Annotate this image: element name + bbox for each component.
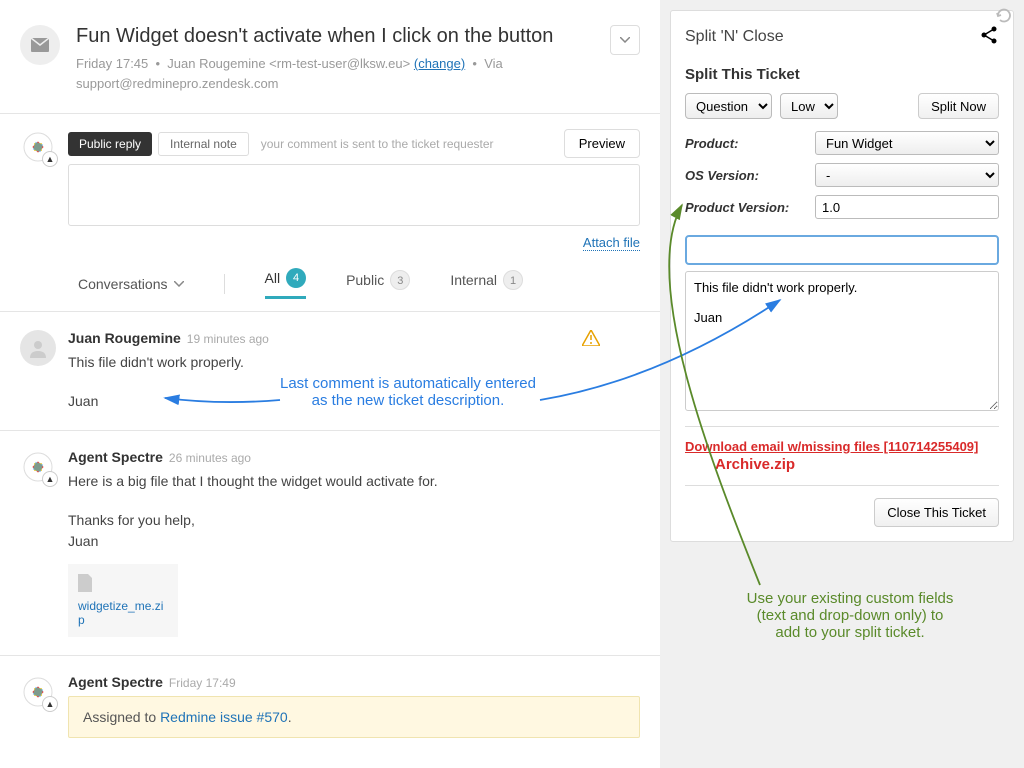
preview-button[interactable]: Preview <box>564 129 640 158</box>
split-now-button[interactable]: Split Now <box>918 93 999 119</box>
public-reply-tab[interactable]: Public reply <box>68 132 152 156</box>
conversation-entry: ▲ Agent SpectreFriday 17:49 Assigned to … <box>0 655 660 756</box>
subject-input[interactable] <box>685 235 999 265</box>
filter-public[interactable]: Public3 <box>346 270 410 298</box>
chevron-down-icon <box>620 37 630 43</box>
chevron-down-icon <box>174 281 184 287</box>
ticket-actions-dropdown[interactable] <box>610 25 640 55</box>
ticket-type-select[interactable]: Question <box>685 93 772 119</box>
product-select[interactable]: Fun Widget <box>815 131 999 155</box>
compose-textarea[interactable] <box>68 164 640 226</box>
priority-select[interactable]: Low <box>780 93 838 119</box>
warning-icon <box>582 330 600 349</box>
product-version-input[interactable] <box>815 195 999 219</box>
ticket-meta: Friday 17:45 • Juan Rougemine <rm-test-u… <box>76 54 610 93</box>
annotation-green: Use your existing custom fields (text an… <box>700 590 1000 641</box>
section-title: Split This Ticket <box>685 66 999 83</box>
user-avatar <box>20 330 56 366</box>
file-attachment[interactable]: widgetize_me.zip <box>68 564 178 637</box>
refresh-icon[interactable] <box>996 8 1012 27</box>
file-icon <box>78 574 92 592</box>
agent-badge-icon: ▲ <box>42 151 58 167</box>
close-ticket-button[interactable]: Close This Ticket <box>874 498 999 527</box>
redmine-issue-link[interactable]: Redmine issue #570 <box>160 709 288 725</box>
filter-internal[interactable]: Internal1 <box>450 270 523 298</box>
compose-hint: your comment is sent to the ticket reque… <box>261 137 494 151</box>
conversation-entry: ▲ Agent Spectre26 minutes ago Here is a … <box>0 430 660 655</box>
mail-icon <box>20 25 60 65</box>
ticket-title: Fun Widget doesn't activate when I click… <box>76 25 610 48</box>
os-version-select[interactable]: - <box>815 163 999 187</box>
attach-file-link[interactable]: Attach file <box>583 235 640 251</box>
assignment-notice: Assigned to Redmine issue #570. <box>68 696 640 738</box>
attachment-name: Archive.zip <box>715 456 999 473</box>
share-icon[interactable] <box>979 25 999 48</box>
download-email-link[interactable]: Download email w/missing files [11071425… <box>685 439 999 454</box>
conversation-entry: Juan Rougemine19 minutes ago This file d… <box>0 311 660 430</box>
panel-title: Split 'N' Close <box>685 28 784 46</box>
conversations-dropdown[interactable]: Conversations <box>78 276 184 292</box>
change-requester-link[interactable]: (change) <box>414 56 465 71</box>
internal-note-tab[interactable]: Internal note <box>158 132 249 156</box>
filter-all[interactable]: All4 <box>265 268 307 299</box>
current-agent-avatar: ▲ <box>20 129 56 165</box>
description-textarea[interactable]: This file didn't work properly. Juan <box>685 271 999 411</box>
